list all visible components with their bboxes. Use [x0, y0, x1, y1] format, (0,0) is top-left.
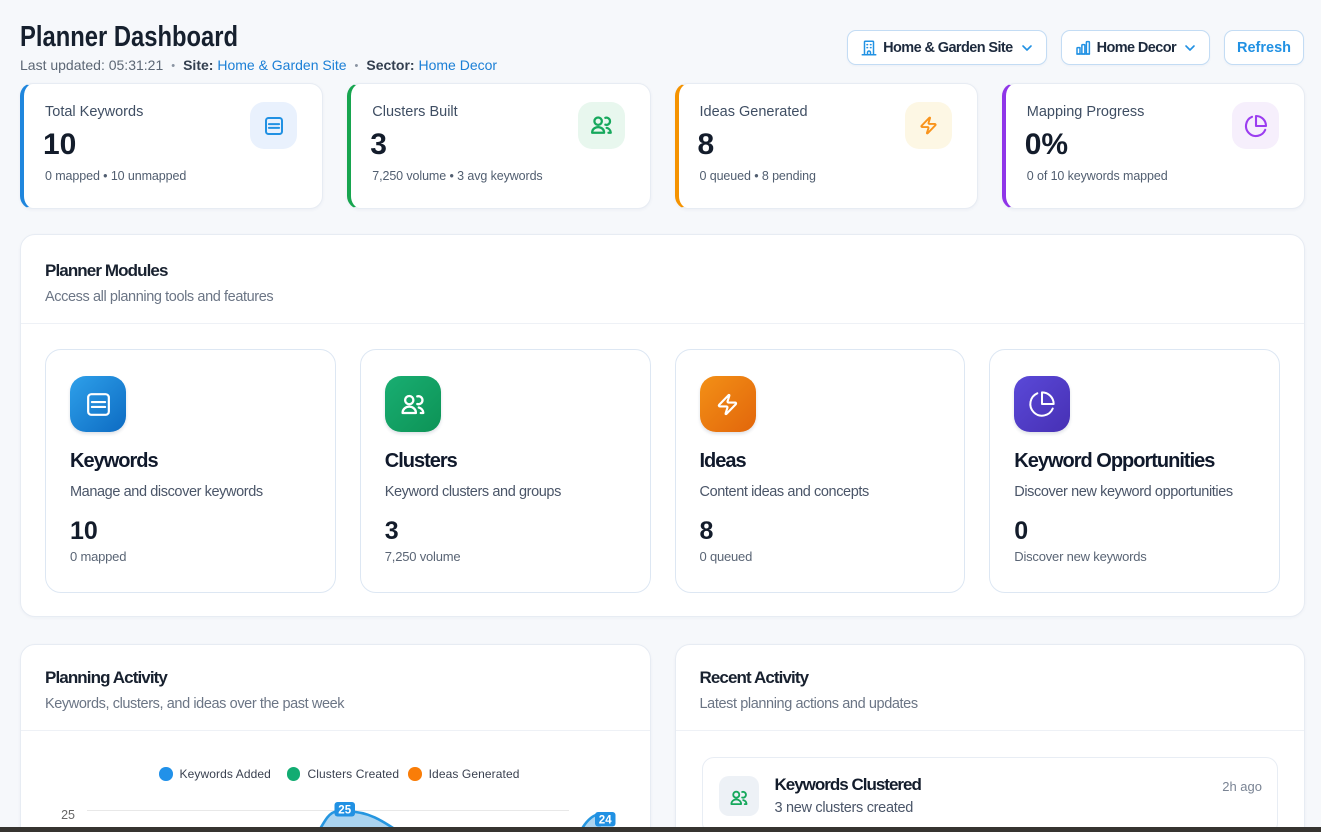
svg-text:25: 25	[338, 804, 351, 816]
svg-text:25: 25	[61, 808, 75, 822]
svg-text:24: 24	[599, 814, 612, 826]
